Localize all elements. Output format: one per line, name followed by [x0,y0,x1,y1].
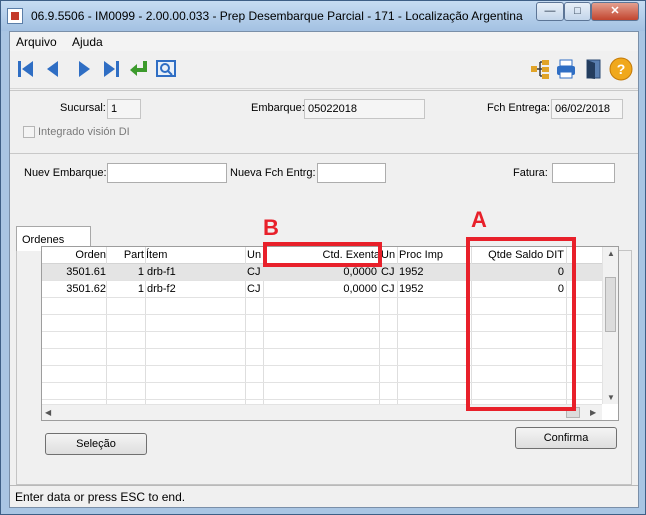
selecao-button[interactable]: Seleção [45,433,147,455]
embarque-field[interactable]: 05022018 [304,99,425,119]
minimize-button[interactable]: — [536,2,564,21]
scroll-up-icon[interactable]: ▲ [607,249,615,258]
cell-item: drb-f1 [147,266,176,278]
col-proc-imp[interactable]: Proc Imp [399,249,443,261]
cell-un2: CJ [381,266,395,278]
hierarchy-icon[interactable] [528,57,552,81]
cell-un: CJ [247,266,261,278]
nuev-embarque-input[interactable] [107,163,227,183]
exit-icon[interactable] [582,57,606,81]
col-un[interactable]: Un [247,249,261,261]
title-bar[interactable]: 06.9.5506 - IM0099 - 2.00.00.033 - Prep … [1,1,645,31]
confirma-button[interactable]: Confirma [515,427,617,449]
first-record-icon[interactable] [14,57,38,81]
status-bar: Enter data or press ESC to end. [10,485,638,507]
goto-icon[interactable] [127,57,151,81]
cell-item: drb-f2 [147,283,176,295]
nueva-fch-input[interactable] [317,163,386,183]
nuev-embarque-label: Nuev Embarque: [24,167,107,179]
cell-part: 1 [137,266,144,278]
cell-ctd-exenta: 0,0000 [343,266,377,278]
col-item[interactable]: Ítem [146,249,167,261]
search-icon[interactable] [154,57,178,81]
scroll-down-icon[interactable]: ▼ [607,393,615,402]
cell-part: 1 [137,283,144,295]
annotation-label-b: B [263,215,279,240]
fatura-label: Fatura: [513,167,548,179]
close-button[interactable]: ✕ [591,2,639,21]
cell-un: CJ [247,283,261,295]
menu-bar: Arquivo Ajuda [10,32,638,51]
application-window: 06.9.5506 - IM0099 - 2.00.00.033 - Prep … [0,0,646,515]
col-orden[interactable]: Orden [75,249,106,261]
sucursal-field[interactable]: 1 [107,99,141,119]
vertical-scrollbar[interactable]: ▲ ▼ [602,247,618,404]
integrado-checkbox[interactable] [23,126,35,138]
fch-entrega-label: Fch Entrega: [487,102,550,114]
menu-arquivo[interactable]: Arquivo [16,35,57,49]
scroll-left-icon[interactable]: ◀ [45,408,51,417]
toolbar: ? [10,51,638,89]
fch-entrega-field[interactable]: 06/02/2018 [551,99,623,119]
fatura-input[interactable] [552,163,615,183]
filter-section: Nuev Embarque: Nueva Fch Entrg: Fatura: [10,153,638,188]
previous-record-icon[interactable] [41,57,65,81]
vertical-scroll-thumb[interactable] [605,277,616,332]
help-glyph: ? [617,61,626,77]
sucursal-label: Sucursal: [60,102,106,114]
annotation-label-a: A [471,207,487,232]
cell-un2: CJ [381,283,395,295]
annotation-box-b [263,242,382,267]
cell-proc-imp: 1952 [399,266,424,278]
annotation-box-a [466,237,576,411]
menu-ajuda[interactable]: Ajuda [72,35,103,49]
integrado-label: Integrado visión DI [38,126,130,138]
embarque-label: Embarque: [251,102,305,114]
col-un2[interactable]: Un [381,249,395,261]
scroll-right-icon[interactable]: ▶ [590,408,596,417]
help-icon[interactable]: ? [609,57,633,81]
last-record-icon[interactable] [99,57,123,81]
nueva-fch-label: Nueva Fch Entrg: [230,167,316,179]
window-title: 06.9.5506 - IM0099 - 2.00.00.033 - Prep … [31,9,523,23]
cell-orden: 3501.61 [66,266,106,278]
cell-orden: 3501.62 [66,283,106,295]
header-section: Sucursal: 1 Embarque: 05022018 Fch Entre… [10,90,638,144]
print-icon[interactable] [554,57,578,81]
app-icon [7,8,23,24]
next-record-icon[interactable] [72,57,96,81]
cell-ctd-exenta: 0,0000 [343,283,377,295]
cell-proc-imp: 1952 [399,283,424,295]
col-part[interactable]: Part [124,249,144,261]
maximize-button[interactable]: □ [564,2,591,21]
